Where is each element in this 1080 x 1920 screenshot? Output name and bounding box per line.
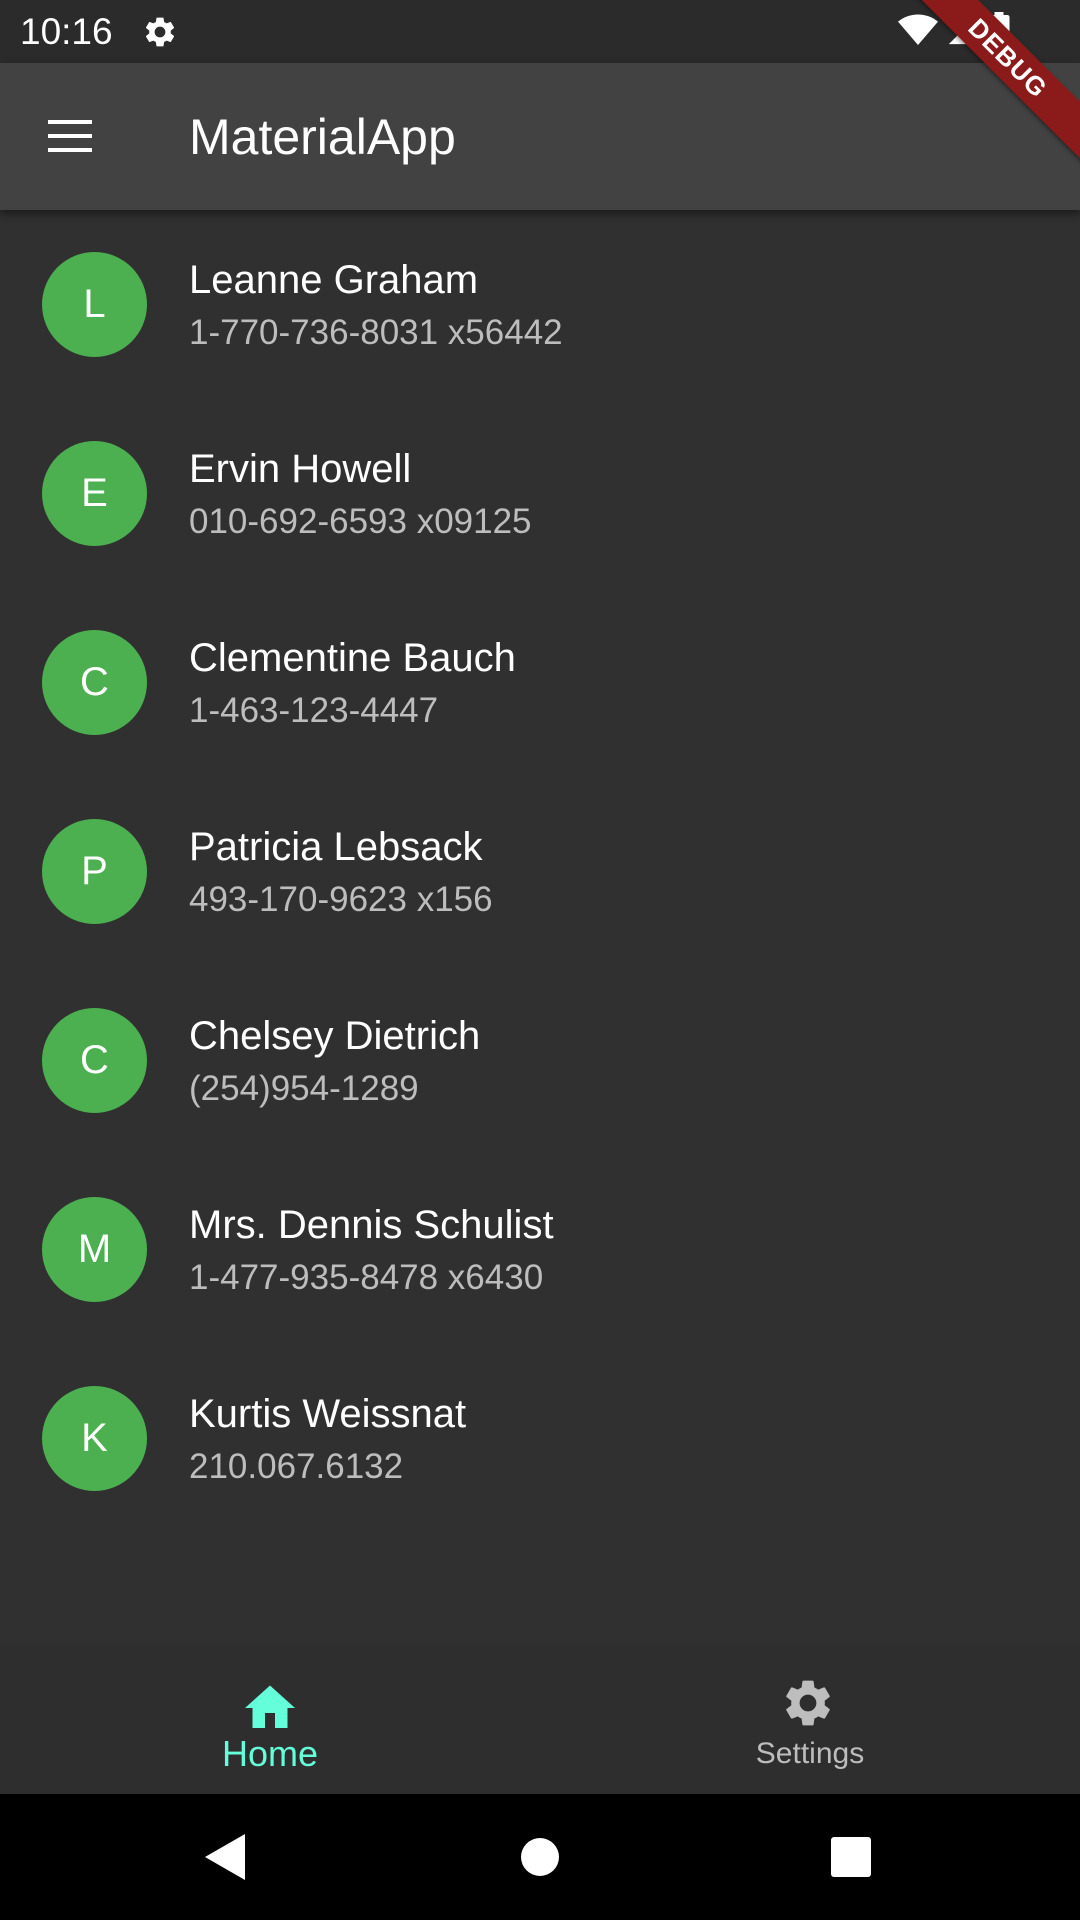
contact-list-item[interactable]: M Mrs. Dennis Schulist 1-477-935-8478 x6… [0, 1155, 1080, 1344]
contact-phone: 1-770-736-8031 x56442 [189, 313, 563, 352]
avatar: P [42, 819, 147, 924]
back-button[interactable] [190, 1824, 260, 1890]
contact-phone: 010-692-6593 x09125 [189, 502, 532, 541]
contact-name: Kurtis Weissnat [189, 1392, 467, 1436]
app-title: MaterialApp [189, 109, 456, 165]
contact-phone: 1-463-123-4447 [189, 691, 439, 730]
cell-signal-icon [946, 13, 980, 52]
contact-name: Patricia Lebsack [189, 825, 483, 869]
nav-tab-settings[interactable]: Settings [540, 1645, 1080, 1794]
contact-list-item[interactable]: P Patricia Lebsack 493-170-9623 x156 [0, 777, 1080, 966]
back-icon [205, 1834, 245, 1880]
status-settings-icon [142, 14, 178, 50]
avatar: M [42, 1197, 147, 1302]
avatar: C [42, 1008, 147, 1113]
home-circle-icon [521, 1838, 559, 1876]
contact-phone: 210.067.6132 [189, 1447, 404, 1486]
contact-list-item[interactable]: C Clementine Bauch 1-463-123-4447 [0, 588, 1080, 777]
wifi-icon [898, 13, 938, 52]
status-time: 10:16 [20, 11, 113, 52]
nav-label-home: Home [221, 1733, 319, 1774]
avatar: L [42, 252, 147, 357]
contact-name: Clementine Bauch [189, 636, 516, 680]
avatar: K [42, 1386, 147, 1491]
nav-label-settings: Settings [755, 1737, 865, 1770]
app-bar: MaterialApp [0, 63, 1080, 210]
status-icons [898, 11, 1010, 53]
battery-icon [988, 11, 1010, 53]
recents-button[interactable] [816, 1824, 886, 1890]
menu-button[interactable] [40, 108, 100, 164]
settings-icon [780, 1675, 840, 1731]
bottom-navigation-bar: Home Settings [0, 1645, 1080, 1794]
menu-icon [48, 120, 92, 152]
contact-name: Chelsey Dietrich [189, 1014, 481, 1058]
home-system-button[interactable] [505, 1824, 575, 1890]
avatar: E [42, 441, 147, 546]
contact-phone: (254)954-1289 [189, 1069, 419, 1108]
recents-icon [831, 1837, 871, 1877]
nav-tab-home[interactable]: Home [0, 1645, 540, 1794]
home-icon [240, 1675, 300, 1731]
contact-name: Ervin Howell [189, 447, 412, 491]
contact-list-item[interactable]: L Leanne Graham 1-770-736-8031 x56442 [0, 210, 1080, 399]
contact-list-item[interactable]: C Chelsey Dietrich (254)954-1289 [0, 966, 1080, 1155]
contact-name: Leanne Graham [189, 258, 479, 302]
status-bar: 10:16 [0, 0, 1080, 63]
contact-name: Mrs. Dennis Schulist [189, 1203, 554, 1247]
system-navigation-bar [0, 1794, 1080, 1920]
avatar: C [42, 630, 147, 735]
contact-phone: 1-477-935-8478 x6430 [189, 1258, 544, 1297]
contact-phone: 493-170-9623 x156 [189, 880, 493, 919]
contact-list-item[interactable]: K Kurtis Weissnat 210.067.6132 [0, 1344, 1080, 1533]
contact-list-item[interactable]: E Ervin Howell 010-692-6593 x09125 [0, 399, 1080, 588]
